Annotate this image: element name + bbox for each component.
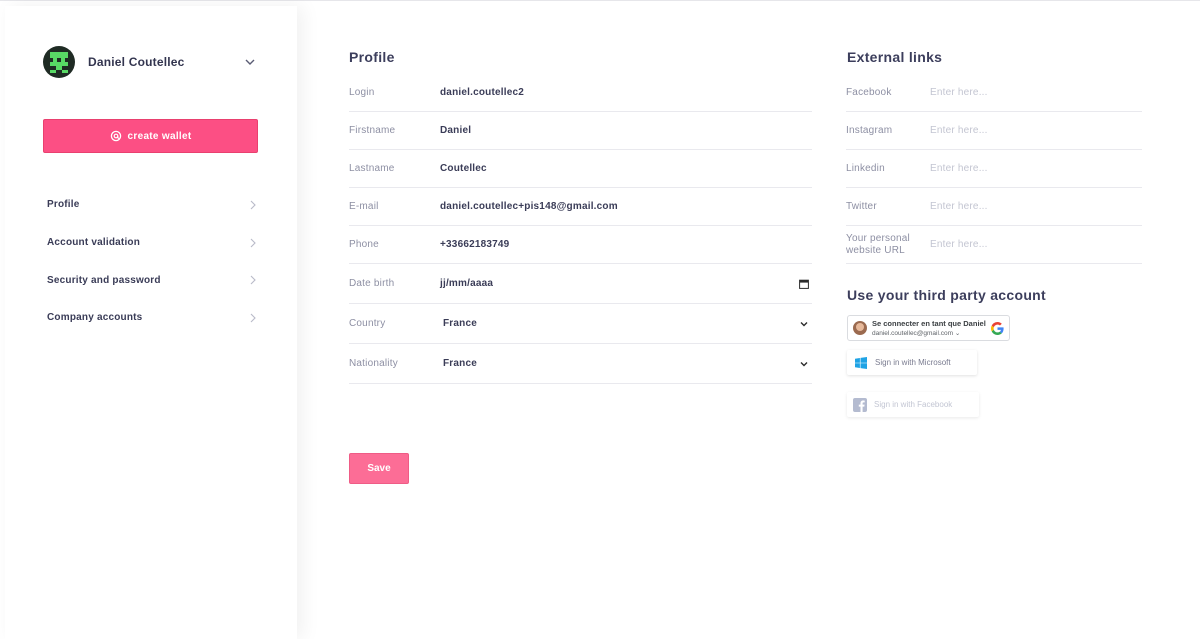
nationality-select[interactable]: France (440, 358, 812, 369)
profile-title: Profile (349, 49, 395, 65)
chevron-down-icon (800, 321, 808, 326)
google-account-avatar (853, 321, 867, 335)
avatar (43, 46, 75, 78)
instagram-row: Instagram (846, 112, 1142, 150)
sidebar-nav: Profile Account validation Security and … (47, 186, 257, 337)
country-label: Country (349, 318, 386, 329)
website-row: Your personal website URL (846, 226, 1142, 264)
phone-field[interactable]: +33662183749 (440, 239, 812, 250)
external-links-title: External links (847, 49, 943, 65)
sidebar-item-security[interactable]: Security and password (47, 261, 257, 299)
chevron-right-icon (250, 200, 256, 210)
instagram-label: Instagram (846, 124, 893, 136)
lastname-field[interactable]: Coutellec (440, 163, 812, 174)
twitter-row: Twitter (846, 188, 1142, 226)
twitter-label: Twitter (846, 200, 877, 212)
login-field[interactable]: daniel.coutellec2 (440, 87, 812, 98)
google-logo-icon (991, 322, 1004, 335)
save-button[interactable]: Save (349, 453, 409, 484)
firstname-row: Firstname Daniel (349, 112, 812, 150)
country-select[interactable]: France (440, 318, 812, 329)
date-birth-field[interactable]: jj/mm/aaaa (440, 278, 812, 289)
create-wallet-button[interactable]: create wallet (43, 119, 258, 153)
phone-label: Phone (349, 239, 379, 250)
chevron-right-icon (250, 275, 256, 285)
facebook-input[interactable] (930, 87, 1142, 98)
user-name: Daniel Coutellec (88, 55, 185, 69)
facebook-signin-button[interactable]: Sign in with Facebook (847, 392, 979, 417)
lastname-row: Lastname Coutellec (349, 150, 812, 188)
sidebar-item-label: Company accounts (47, 312, 143, 324)
email-field[interactable]: daniel.coutellec+pis148@gmail.com (440, 201, 812, 212)
linkedin-input[interactable] (930, 163, 1142, 174)
chevron-right-icon (250, 238, 256, 247)
country-row: Country France (349, 304, 812, 344)
microsoft-signin-button[interactable]: Sign in with Microsoft (847, 350, 977, 375)
sidebar: Daniel Coutellec create wallet Profile A… (5, 6, 297, 639)
login-label: Login (349, 87, 375, 98)
profile-form: Login daniel.coutellec2 Firstname Daniel… (349, 74, 812, 384)
firstname-field[interactable]: Daniel (440, 125, 812, 136)
facebook-row: Facebook (846, 74, 1142, 112)
linkedin-label: Linkedin (846, 162, 885, 174)
date-birth-row: Date birth jj/mm/aaaa (349, 264, 812, 304)
lastname-label: Lastname (349, 163, 395, 174)
facebook-logo-icon (853, 397, 867, 412)
chevron-down-icon (800, 361, 808, 366)
facebook-signin-label: Sign in with Facebook (874, 400, 953, 409)
facebook-label: Facebook (846, 86, 892, 98)
sidebar-item-label: Account validation (47, 237, 141, 249)
phone-row: Phone +33662183749 (349, 226, 812, 264)
sidebar-item-label: Profile (47, 199, 80, 211)
sidebar-item-profile[interactable]: Profile (47, 186, 257, 224)
nationality-label: Nationality (349, 358, 398, 369)
sidebar-item-account-validation[interactable]: Account validation (47, 224, 257, 262)
email-row: E-mail daniel.coutellec+pis148@gmail.com (349, 188, 812, 226)
nationality-row: Nationality France (349, 344, 812, 384)
external-links-form: Facebook Instagram Linkedin Twitter Your… (846, 74, 1142, 264)
wallet-at-icon (110, 130, 121, 142)
twitter-input[interactable] (930, 201, 1142, 212)
linkedin-row: Linkedin (846, 150, 1142, 188)
chevron-right-icon (250, 313, 256, 323)
sidebar-item-label: Security and password (47, 274, 161, 286)
google-signin-button[interactable]: Se connecter en tant que Daniel daniel.c… (847, 315, 1010, 341)
chevron-down-icon: ⌄ (954, 330, 961, 337)
website-input[interactable] (930, 239, 1142, 250)
email-label: E-mail (349, 201, 379, 212)
create-wallet-label: create wallet (127, 130, 192, 142)
calendar-icon[interactable] (799, 279, 809, 289)
login-row: Login daniel.coutellec2 (349, 74, 812, 112)
instagram-input[interactable] (930, 125, 1142, 136)
firstname-label: Firstname (349, 125, 396, 136)
date-birth-label: Date birth (349, 278, 395, 289)
third-party-title: Use your third party account (847, 287, 1046, 303)
website-label: Your personal website URL (846, 232, 910, 256)
google-account-email: daniel.coutellec@gmail.com (872, 330, 954, 337)
sidebar-item-company-accounts[interactable]: Company accounts (47, 299, 257, 337)
chevron-down-icon (245, 59, 255, 65)
microsoft-signin-label: Sign in with Microsoft (875, 358, 951, 367)
google-signin-title: Se connecter en tant que Daniel (872, 319, 986, 328)
user-menu[interactable]: Daniel Coutellec (43, 46, 257, 78)
top-border (0, 0, 1200, 3)
windows-logo-icon (855, 356, 867, 369)
